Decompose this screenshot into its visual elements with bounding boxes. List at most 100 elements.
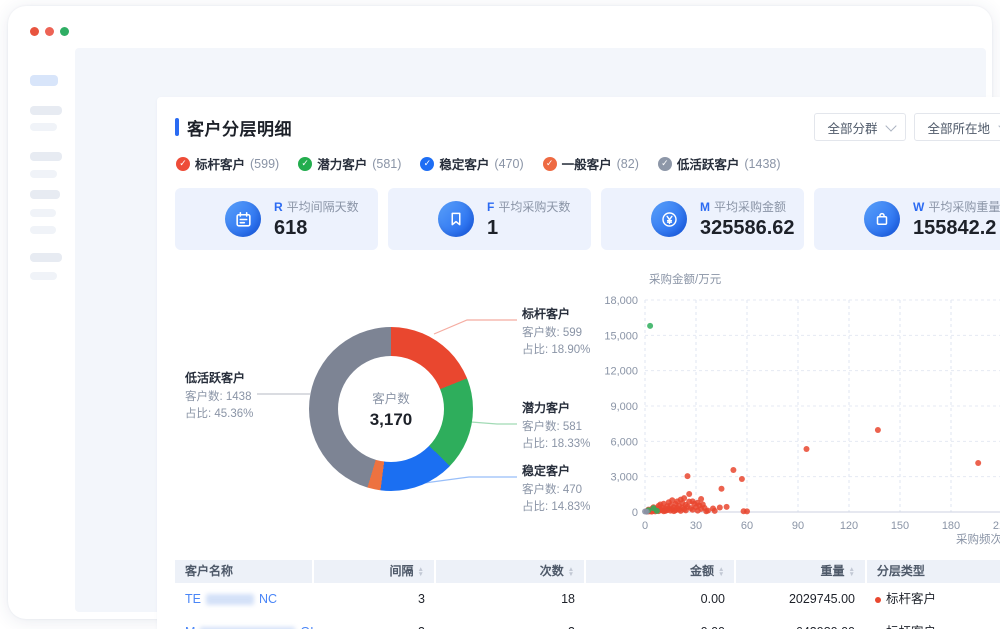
legend-item[interactable]: ✓潜力客户(581) xyxy=(298,154,401,173)
legend-item-count: (470) xyxy=(494,157,523,171)
svg-text:3,000: 3,000 xyxy=(610,472,638,484)
filter-select-label: 全部分群 xyxy=(827,118,877,137)
zoom-window-icon[interactable] xyxy=(60,27,69,36)
legend-item-label: 稳定客户 xyxy=(439,154,489,173)
table-cell-客户名称[interactable]: TENC xyxy=(175,583,314,616)
stat-card: F平均采购天数1 xyxy=(388,188,591,250)
window-controls xyxy=(30,27,69,36)
svg-text:采购金额/万元: 采购金额/万元 xyxy=(649,272,722,286)
dashboard-card: 客户分层明细 全部分群全部所在地 ✓标杆客户(599)✓潜力客户(581)✓稳定… xyxy=(157,97,1000,629)
table-cell-间隔: 3 xyxy=(314,616,435,629)
column-header-次数[interactable]: 次数 ▲▼ xyxy=(436,560,584,583)
column-header-label: 分层类型 xyxy=(877,560,925,583)
sidebar-skeleton-bar xyxy=(30,272,57,280)
bookmark-icon xyxy=(438,201,474,237)
minimize-window-icon[interactable] xyxy=(45,27,54,36)
stat-card: M平均采购金额325586.62 xyxy=(601,188,804,250)
svg-text:12,000: 12,000 xyxy=(605,366,638,378)
table-cell-分层类型: 标杆客户 xyxy=(865,583,1000,616)
metric-letter: F xyxy=(487,200,494,214)
svg-text:60: 60 xyxy=(741,520,753,532)
customer-table: 客户名称间隔▲▼次数▲▼金额▲▼重量▲▼分层类型TENC3180.0020297… xyxy=(175,560,1000,629)
column-header-分层类型: 分层类型 xyxy=(867,560,1000,583)
filter-group: 全部分群 全部所在地 xyxy=(814,113,1000,141)
column-header-label: 间隔 xyxy=(390,560,414,583)
metric-letter: W xyxy=(913,200,924,214)
donut-callout-稳定客户: 稳定客户客户数: 470占比: 14.83% xyxy=(522,463,590,516)
customer-name-link[interactable]: MGIS xyxy=(185,625,314,629)
scatter-plot-area: 030609012015018021003,0006,0009,00012,00… xyxy=(605,267,1000,552)
svg-text:0: 0 xyxy=(642,520,648,532)
table-cell-间隔: 3 xyxy=(314,583,435,616)
table-row[interactable]: MGIS330.00643980.00标杆客户 xyxy=(175,616,1000,629)
filter-select-0[interactable]: 全部分群 xyxy=(814,113,906,141)
check-circle-icon: ✓ xyxy=(176,157,190,171)
callout-name: 标杆客户 xyxy=(522,306,590,323)
donut-callout-标杆客户: 标杆客户客户数: 599占比: 18.90% xyxy=(522,306,590,359)
svg-text:9,000: 9,000 xyxy=(610,401,638,413)
filter-select-label: 全部所在地 xyxy=(927,118,990,137)
type-label: 标杆客户 xyxy=(886,592,936,606)
svg-text:30: 30 xyxy=(690,520,702,532)
screen: 客户分层明细 全部分群全部所在地 ✓标杆客户(599)✓潜力客户(581)✓稳定… xyxy=(0,0,1000,629)
close-window-icon[interactable] xyxy=(30,27,39,36)
table-row[interactable]: TENC 3180.002029745.00 标杆客户 xyxy=(175,583,1000,616)
metric-letter: R xyxy=(274,200,283,214)
metric-letter: M xyxy=(700,200,710,214)
sort-icon[interactable]: ▲▼ xyxy=(568,567,574,577)
callout-pct: 占比: 45.36% xyxy=(185,406,253,423)
type-label: 标杆客户 xyxy=(886,625,936,629)
table-cell-重量: 643980.00 xyxy=(735,616,865,629)
table-cell-次数: 18 xyxy=(435,583,585,616)
donut-callout-低活跃客户: 低活跃客户客户数: 1438占比: 45.36% xyxy=(185,370,253,423)
sidebar-skeleton-bar xyxy=(30,226,56,234)
content-panel: 客户分层明细 全部分群全部所在地 ✓标杆客户(599)✓潜力客户(581)✓稳定… xyxy=(75,48,986,612)
sort-icon[interactable]: ▲▼ xyxy=(848,567,854,577)
sidebar-skeleton-bar xyxy=(30,152,62,161)
sort-icon[interactable]: ▲▼ xyxy=(418,567,424,577)
column-header-label: 次数 xyxy=(540,560,564,583)
donut-center-value: 3,170 xyxy=(370,410,413,430)
legend-item-count: (599) xyxy=(250,157,279,171)
check-circle-icon: ✓ xyxy=(543,157,557,171)
legend-item[interactable]: ✓稳定客户(470) xyxy=(420,154,523,173)
sidebar-skeleton-bar xyxy=(30,209,56,217)
table-cell-客户名称[interactable]: MGIS xyxy=(175,616,314,629)
legend-item[interactable]: ✓一般客户(82) xyxy=(543,154,639,173)
column-header-金额[interactable]: 金额▲▼ xyxy=(586,560,734,583)
svg-text:150: 150 xyxy=(891,520,909,532)
stat-card: R平均间隔天数618 xyxy=(175,188,378,250)
donut-center: 客户数 3,170 xyxy=(338,356,444,462)
sidebar-skeleton-bar xyxy=(30,253,62,262)
legend-item-label: 低活跃客户 xyxy=(677,154,740,173)
filter-select-1[interactable]: 全部所在地 xyxy=(914,113,1000,141)
donut-callout-潜力客户: 潜力客户客户数: 581占比: 18.33% xyxy=(522,400,590,453)
stat-card-row: R平均间隔天数618F平均采购天数1M平均采购金额325586.62W平均采购重… xyxy=(175,188,1000,250)
table-cell-次数: 3 xyxy=(435,616,585,629)
callout-pct: 占比: 14.83% xyxy=(522,499,590,516)
yen-icon xyxy=(651,201,687,237)
table-cell-重量: 2029745.00 xyxy=(735,583,865,616)
callout-count: 客户数: 470 xyxy=(522,482,590,499)
check-circle-icon: ✓ xyxy=(658,157,672,171)
column-header-间隔[interactable]: 间隔 ▲▼ xyxy=(314,560,434,583)
column-header-重量[interactable]: 重量▲▼ xyxy=(736,560,864,583)
stat-card-label: M平均采购金额 xyxy=(700,198,795,215)
legend-item-label: 潜力客户 xyxy=(317,154,367,173)
svg-text:210: 210 xyxy=(993,520,1000,532)
legend-item-count: (1438) xyxy=(744,157,780,171)
stat-card-value: 618 xyxy=(274,217,359,240)
legend-item[interactable]: ✓标杆客户(599) xyxy=(176,154,279,173)
column-header-label: 客户名称 xyxy=(185,560,233,583)
sidebar-skeleton-bar xyxy=(30,190,60,199)
svg-text:采购频次: 采购频次 xyxy=(956,532,1000,546)
customer-name-link[interactable]: TENC xyxy=(185,592,277,606)
svg-text:0: 0 xyxy=(632,507,638,519)
svg-text:120: 120 xyxy=(840,520,858,532)
sort-icon[interactable]: ▲▼ xyxy=(718,567,724,577)
donut-center-label: 客户数 xyxy=(372,388,410,407)
svg-text:18,000: 18,000 xyxy=(605,295,638,307)
legend-item[interactable]: ✓ 低活跃客户 (1438) xyxy=(658,154,781,173)
svg-text:15,000: 15,000 xyxy=(605,330,638,342)
table-cell-金额: 0.00 xyxy=(585,583,735,616)
